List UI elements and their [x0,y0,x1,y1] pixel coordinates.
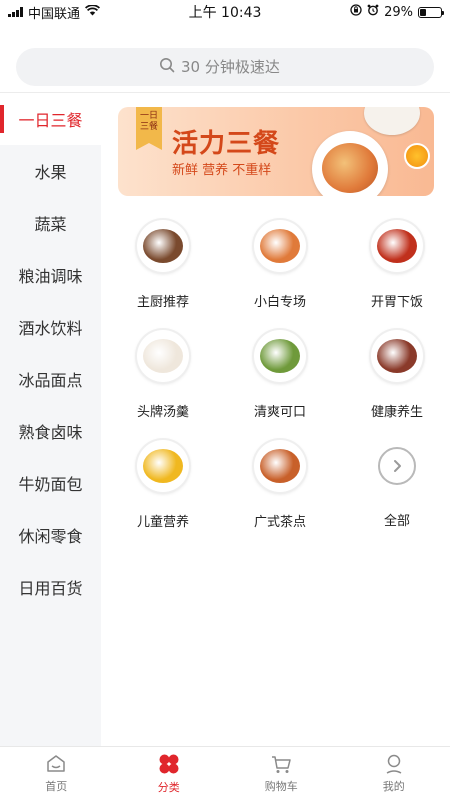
category-icon [157,752,181,776]
cart-icon [270,753,292,775]
category-cell[interactable]: 开胃下饭 [352,220,442,316]
sidebar-item[interactable]: 日用百货 [0,561,101,613]
sidebar-item[interactable]: 蔬菜 [0,197,101,249]
sidebar-item[interactable]: 水果 [0,145,101,197]
food-image [260,229,300,263]
food-image [260,339,300,373]
category-cell[interactable]: 小白专场 [235,220,325,316]
food-image [143,229,183,263]
orientation-lock-icon [350,4,362,20]
orange-juice-image [404,143,430,169]
category-label: 全部 [383,514,410,529]
carrier-name: 中国联通 [28,6,81,22]
rice-bowl-image [364,107,420,135]
search-bar[interactable] [16,48,434,86]
more-circle[interactable] [378,447,416,485]
bottom-tab-bar: 首页 分类 购物车 我的 [0,746,450,800]
category-cell[interactable]: 儿童营养 [118,440,208,536]
tab-item[interactable]: 我的 [338,747,450,800]
category-label: 开胃下饭 [370,295,423,310]
search-box[interactable] [16,48,434,86]
category-label: 头牌汤羹 [136,405,189,420]
category-label: 儿童营养 [136,515,189,530]
chevron-right-icon [388,457,406,475]
food-image [377,339,417,373]
status-right: 29% [350,4,444,20]
profile-icon [383,753,405,775]
steak-dish-icon [137,220,189,272]
tab-item[interactable]: 分类 [113,747,226,800]
fruit-plate-icon [137,440,189,492]
status-bar: 中国联通 上午 10:43 29% [0,0,450,24]
sidebar-item[interactable]: 一日三餐 [0,93,101,145]
battery-percent: 29% [384,4,413,20]
sidebar-item[interactable]: 冰品面点 [0,353,101,405]
banner-subtitle: 新鲜 营养 不重样 [172,163,272,178]
tab-label: 购物车 [264,780,298,793]
food-image [260,449,300,483]
hotpot-icon [371,330,423,382]
banner-tag-text: 一日三餐 [140,111,159,132]
category-label: 清爽可口 [253,405,306,420]
home-icon [45,753,67,775]
salad-icon [254,330,306,382]
tab-label: 我的 [382,780,405,793]
category-label: 主厨推荐 [136,295,189,310]
shrimp-plate-image [312,131,388,196]
wifi-icon [84,3,101,20]
shrimp-dish-icon [254,220,306,272]
category-cell[interactable]: 清爽可口 [235,330,325,426]
category-sidebar: 一日三餐 水果 蔬菜 粮油调味 酒水饮料 冰品面点 熟食卤味 牛奶面包 休闲零食 日用百货 [0,93,101,746]
battery-icon [418,6,444,18]
tab-label: 分类 [157,781,180,794]
category-cell[interactable]: 主厨推荐 [118,220,208,316]
sidebar-item[interactable]: 酒水饮料 [0,301,101,353]
signal-icon [8,7,23,17]
food-image [143,449,183,483]
battery-fill [420,8,426,16]
alarm-icon [367,4,379,20]
search-input[interactable] [181,58,291,76]
tab-item[interactable]: 首页 [0,747,113,800]
status-left: 中国联通 [8,3,101,22]
banner-tag: 一日三餐 [136,107,162,150]
food-image [377,229,417,263]
food-image [143,339,183,373]
category-cell[interactable]: 全部 [352,440,442,536]
banner-title: 活力三餐 [172,129,281,159]
category-cell[interactable]: 健康养生 [352,330,442,426]
sidebar-item[interactable]: 熟食卤味 [0,405,101,457]
category-label: 广式茶点 [253,515,306,530]
promo-banner[interactable]: 一日三餐 活力三餐 新鲜 营养 不重样 [118,107,434,196]
spicy-soup-icon [371,220,423,272]
category-label: 健康养生 [370,405,423,420]
sidebar-item[interactable]: 粮油调味 [0,249,101,301]
sidebar-item[interactable]: 休闲零食 [0,509,101,561]
sidebar-item[interactable]: 牛奶面包 [0,457,101,509]
category-cell[interactable]: 头牌汤羹 [118,330,208,426]
category-label: 小白专场 [253,295,306,310]
search-icon [159,57,175,77]
tab-label: 首页 [45,780,68,793]
tab-item[interactable]: 购物车 [225,747,338,800]
chicken-feet-icon [254,440,306,492]
category-cell[interactable]: 广式茶点 [235,440,325,536]
soup-bowl-icon [137,330,189,382]
